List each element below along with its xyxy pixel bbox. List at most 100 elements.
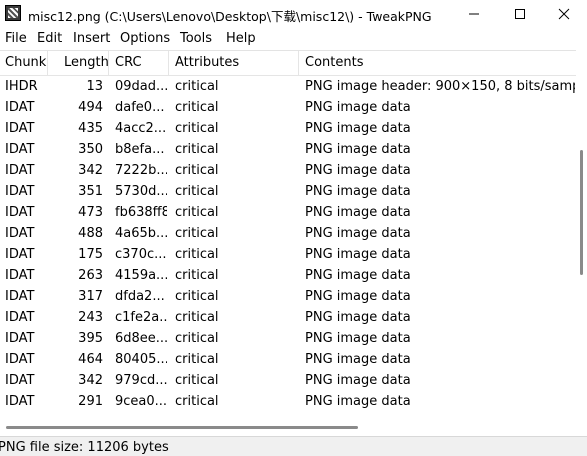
length-cell: 13 bbox=[86, 79, 103, 94]
minimize-button[interactable] bbox=[451, 0, 497, 28]
length-cell: 395 bbox=[78, 331, 103, 346]
contents-cell: PNG image data bbox=[305, 331, 411, 346]
length-cell: 473 bbox=[78, 205, 103, 220]
length-cell: 175 bbox=[78, 247, 103, 262]
column-header-contents[interactable]: Contents bbox=[299, 51, 587, 75]
attributes-cell: critical bbox=[175, 247, 219, 262]
contents-cell: PNG image data bbox=[305, 142, 411, 157]
length-cell: 351 bbox=[78, 184, 103, 199]
table-row[interactable]: IDAT 464 80405... critical PNG image data bbox=[0, 349, 587, 370]
crc-cell: 6d8ee... bbox=[115, 331, 167, 346]
length-cell: 464 bbox=[78, 352, 103, 367]
table-row[interactable]: IDAT 291 9cea0... critical PNG image data bbox=[0, 391, 587, 412]
vertical-scroll-thumb[interactable] bbox=[580, 150, 583, 275]
crc-cell: 5730d... bbox=[115, 184, 167, 199]
chunk-cell: IDAT bbox=[5, 226, 35, 241]
contents-cell: PNG image data bbox=[305, 289, 411, 304]
chunk-rows: IHDR 13 09dad... critical PNG image header: … bbox=[0, 76, 587, 417]
tweakpng-app-icon[interactable] bbox=[5, 5, 21, 21]
crc-cell: 979cd... bbox=[115, 373, 167, 388]
file-size-status: PNG file size: 11206 bytes bbox=[0, 440, 169, 455]
attributes-cell: critical bbox=[175, 226, 219, 241]
length-cell: 488 bbox=[78, 226, 103, 241]
column-header-length[interactable]: Length bbox=[48, 51, 109, 75]
attributes-cell: critical bbox=[175, 121, 219, 136]
length-cell: 342 bbox=[78, 373, 103, 388]
menu-edit[interactable]: Edit bbox=[37, 31, 62, 46]
maximize-button[interactable] bbox=[497, 0, 543, 28]
contents-cell: PNG image data bbox=[305, 352, 411, 367]
crc-cell: 80405... bbox=[115, 352, 167, 367]
attributes-cell: critical bbox=[175, 394, 219, 409]
menu-insert[interactable]: Insert bbox=[73, 31, 110, 46]
table-row[interactable]: IDAT 494 dafe0... critical PNG image data bbox=[0, 97, 587, 118]
menu-help[interactable]: Help bbox=[226, 31, 256, 46]
crc-cell: 4acc2... bbox=[115, 121, 167, 136]
table-row[interactable]: IDAT 317 dfda2... critical PNG image data bbox=[0, 286, 587, 307]
chunk-cell: IDAT bbox=[5, 100, 35, 115]
contents-cell: PNG image data bbox=[305, 121, 411, 136]
contents-cell: PNG image data bbox=[305, 226, 411, 241]
table-row[interactable]: IHDR 13 09dad... critical PNG image header: … bbox=[0, 76, 587, 97]
length-cell: 435 bbox=[78, 121, 103, 136]
chunk-cell: IDAT bbox=[5, 163, 35, 178]
attributes-cell: critical bbox=[175, 79, 219, 94]
chunk-cell: IHDR bbox=[5, 79, 38, 94]
chunk-cell: IDAT bbox=[5, 352, 35, 367]
contents-cell: PNG image data bbox=[305, 310, 411, 325]
close-button[interactable] bbox=[541, 0, 587, 28]
attributes-cell: critical bbox=[175, 100, 219, 115]
crc-cell: 4159a... bbox=[115, 268, 167, 283]
attributes-cell: critical bbox=[175, 163, 219, 178]
chunk-cell: IDAT bbox=[5, 289, 35, 304]
length-cell: 291 bbox=[78, 394, 103, 409]
crc-cell: 7222b... bbox=[115, 163, 167, 178]
length-cell: 317 bbox=[78, 289, 103, 304]
attributes-cell: critical bbox=[175, 352, 219, 367]
maximize-icon bbox=[515, 9, 525, 19]
table-row[interactable]: IDAT 263 4159a... critical PNG image data bbox=[0, 265, 587, 286]
chunk-cell: IDAT bbox=[5, 184, 35, 199]
length-cell: 342 bbox=[78, 163, 103, 178]
contents-cell: PNG image data bbox=[305, 100, 411, 115]
attributes-cell: critical bbox=[175, 373, 219, 388]
table-row[interactable]: IDAT 342 7222b... critical PNG image data bbox=[0, 160, 587, 181]
chunk-cell: IDAT bbox=[5, 268, 35, 283]
column-header-attributes[interactable]: Attributes bbox=[169, 51, 299, 75]
table-row[interactable]: IDAT 351 5730d... critical PNG image data bbox=[0, 181, 587, 202]
status-bar: PNG file size: 11206 bytes bbox=[0, 436, 587, 456]
contents-cell: PNG image data bbox=[305, 163, 411, 178]
contents-cell: PNG image data bbox=[305, 205, 411, 220]
crc-cell: 4a65b... bbox=[115, 226, 167, 241]
title-bar: misc12.png (C:\Users\Lenovo\Desktop\下载\m… bbox=[0, 0, 587, 28]
crc-cell: dafe0... bbox=[115, 100, 165, 115]
column-header-crc[interactable]: CRC bbox=[109, 51, 169, 75]
table-row[interactable]: IDAT 342 979cd... critical PNG image data bbox=[0, 370, 587, 391]
menu-tools[interactable]: Tools bbox=[180, 31, 212, 46]
contents-cell: PNG image data bbox=[305, 394, 411, 409]
table-row[interactable]: IDAT 350 b8efa... critical PNG image data bbox=[0, 139, 587, 160]
vertical-scrollbar[interactable] bbox=[576, 50, 587, 416]
table-row[interactable]: IDAT 175 c370c... critical PNG image data bbox=[0, 244, 587, 265]
table-row[interactable]: IDAT 395 6d8ee... critical PNG image data bbox=[0, 328, 587, 349]
table-row[interactable]: IDAT 473 fb638ff8 critical PNG image data bbox=[0, 202, 587, 223]
column-header-chunk[interactable]: Chunk bbox=[0, 51, 48, 75]
table-row[interactable]: IDAT 435 4acc2... critical PNG image data bbox=[0, 118, 587, 139]
table-row[interactable]: IDAT 243 c1fe2a... critical PNG image data bbox=[0, 307, 587, 328]
minimize-icon bbox=[469, 13, 479, 15]
attributes-cell: critical bbox=[175, 310, 219, 325]
table-row[interactable]: IDAT 488 4a65b... critical PNG image data bbox=[0, 223, 587, 244]
attributes-cell: critical bbox=[175, 205, 219, 220]
horizontal-scrollbar[interactable] bbox=[0, 416, 576, 430]
window-title: misc12.png (C:\Users\Lenovo\Desktop\下载\m… bbox=[28, 9, 432, 24]
length-cell: 243 bbox=[78, 310, 103, 325]
horizontal-scroll-thumb[interactable] bbox=[6, 426, 358, 429]
contents-cell: PNG image data bbox=[305, 247, 411, 262]
chunk-cell: IDAT bbox=[5, 373, 35, 388]
menu-file[interactable]: File bbox=[5, 31, 27, 46]
chunk-list[interactable]: Chunk Length CRC Attributes Contents IHD… bbox=[0, 50, 587, 417]
chunk-cell: IDAT bbox=[5, 247, 35, 262]
menu-options[interactable]: Options bbox=[120, 31, 170, 46]
contents-cell: PNG image data bbox=[305, 268, 411, 283]
attributes-cell: critical bbox=[175, 142, 219, 157]
